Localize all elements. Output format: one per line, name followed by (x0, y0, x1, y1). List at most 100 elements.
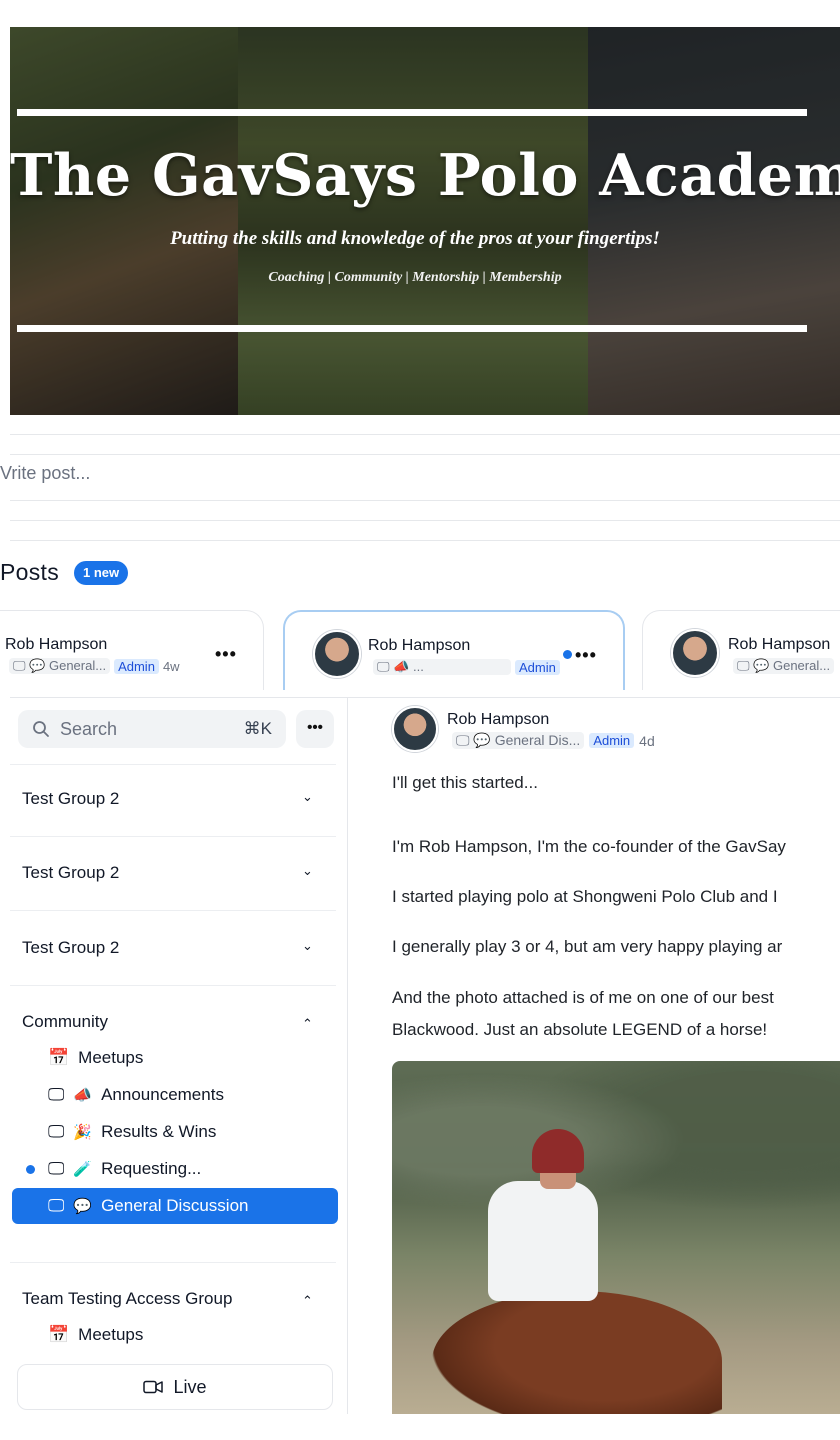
monitor-icon: 🖵 (48, 1085, 65, 1104)
monitor-icon: 🖵 (48, 1122, 65, 1141)
post-body-line: Blackwood. Just an absolute LEGEND of a … (392, 1020, 768, 1039)
post-age: 4w (162, 658, 180, 674)
sidebar-item-meetups[interactable]: 📅 Meetups (48, 1325, 143, 1345)
post-card-meta: 🖵 📣 ... Admin (373, 659, 560, 675)
sidebar-item-label: Requesting... (101, 1159, 202, 1178)
photo-background (392, 1061, 840, 1261)
admin-badge: Admin (589, 733, 635, 748)
speech-bubble-icon: 💬 (29, 658, 46, 673)
megaphone-icon: 📣 (393, 659, 410, 674)
search-icon (33, 721, 49, 737)
chevron-down-icon[interactable]: ⌄ (302, 863, 313, 879)
post-card-meta: 🖵 💬 General... Admin 4w (9, 658, 180, 674)
avatar[interactable] (392, 706, 438, 752)
post-age: 4d (639, 732, 655, 749)
admin-badge: Admin (114, 658, 159, 674)
speech-bubble-icon: 💬 (73, 1198, 93, 1215)
speech-bubble-icon: 💬 (753, 658, 770, 673)
group-header-test-group-2[interactable]: Test Group 2 (22, 938, 119, 958)
group-header-team-testing-access-group[interactable]: Team Testing Access Group (22, 1289, 232, 1309)
unread-dot (26, 1165, 35, 1174)
post-body-line: And the photo attached is of me on one o… (392, 988, 774, 1007)
test-tube-icon: 🧪 (73, 1161, 93, 1178)
divider (10, 500, 840, 501)
sidebar-item-meetups[interactable]: 📅 Meetups (48, 1048, 143, 1068)
banner-tagline: Putting the skills and knowledge of the … (170, 228, 660, 249)
divider (10, 910, 336, 911)
monitor-icon: 🖵 (456, 732, 470, 748)
search-input[interactable]: Search ⌘K (18, 710, 286, 748)
sidebar-more-button[interactable]: ••• (296, 710, 334, 748)
sidebar-item-label: Results & Wins (101, 1122, 217, 1141)
party-popper-icon: 🎉 (73, 1124, 93, 1141)
post-body-line: I generally play 3 or 4, but am very hap… (392, 937, 783, 956)
photo-horse (432, 1291, 722, 1414)
divider (10, 985, 336, 986)
divider (10, 540, 840, 541)
more-options-icon[interactable]: ••• (575, 645, 597, 666)
write-post-input[interactable]: Vrite post... (0, 463, 90, 484)
monitor-icon: 🖵 (48, 1196, 65, 1215)
group-header-test-group-2[interactable]: Test Group 2 (22, 863, 119, 883)
post-card[interactable]: Rob Hampson 🖵 💬 General... (642, 610, 840, 690)
post-body-line: I'll get this started... (392, 773, 538, 792)
post-card-author: Rob Hampson (5, 636, 108, 653)
more-options-icon[interactable]: ••• (215, 644, 237, 665)
hero-banner: The GavSays Polo Academy Putting the ski… (10, 27, 840, 415)
channel-pill: 🖵 💬 General... (733, 658, 835, 674)
chevron-up-icon[interactable]: ⌃ (302, 1293, 313, 1309)
post-card[interactable]: Rob Hampson 🖵 💬 General... Admin 4w ••• (0, 610, 264, 690)
photo-rider (488, 1181, 598, 1301)
avatar (671, 629, 719, 677)
video-camera-icon (143, 1380, 164, 1394)
channel-pill: 🖵 📣 ... (373, 659, 511, 675)
sidebar-divider (347, 698, 348, 1414)
search-placeholder: Search (60, 718, 118, 739)
live-button-label: Live (173, 1376, 207, 1397)
post-card-author: Rob Hampson (368, 637, 471, 654)
live-button[interactable]: Live (17, 1364, 333, 1410)
sidebar-item-label: Announcements (101, 1085, 224, 1104)
channel-name: General Dis... (494, 732, 581, 748)
group-header-community[interactable]: Community (22, 1012, 108, 1032)
post-card-author: Rob Hampson (728, 636, 831, 653)
chevron-down-icon[interactable]: ⌄ (302, 938, 313, 954)
post-body-line: I started playing polo at Shongweni Polo… (392, 887, 778, 906)
sidebar-item-announcements[interactable]: 🖵 📣 Announcements (48, 1085, 224, 1105)
channel-pill[interactable]: 🖵 💬 General Dis... (452, 732, 585, 749)
megaphone-icon: 📣 (73, 1087, 93, 1104)
divider (10, 454, 840, 455)
channel-pill: 🖵 💬 General... (9, 658, 111, 674)
sidebar-item-label: General Discussion (101, 1196, 249, 1215)
avatar (313, 630, 361, 678)
group-header-test-group-2[interactable]: Test Group 2 (22, 789, 119, 809)
monitor-icon: 🖵 (13, 658, 26, 673)
post-photo[interactable] (392, 1061, 840, 1414)
divider (10, 836, 336, 837)
monitor-icon: 🖵 (737, 658, 750, 673)
channel-name: General... (772, 658, 831, 673)
search-shortcut: ⌘K (243, 719, 272, 738)
sidebar-item-general-discussion[interactable]: 🖵 💬 General Discussion (12, 1188, 338, 1224)
sidebar-item-label: Meetups (78, 1325, 144, 1344)
chevron-up-icon[interactable]: ⌃ (302, 1016, 313, 1032)
monitor-icon: 🖵 (48, 1159, 65, 1178)
posts-heading: Posts (0, 559, 60, 585)
post-author[interactable]: Rob Hampson (447, 711, 549, 729)
banner-title: The GavSays Polo Academy (10, 142, 840, 209)
sidebar-item-requesting[interactable]: 🖵 🧪 Requesting... (48, 1159, 201, 1179)
chevron-down-icon[interactable]: ⌄ (302, 789, 313, 805)
divider (10, 1262, 336, 1263)
channel-name: General... (48, 658, 107, 673)
speech-bubble-icon: 💬 (473, 732, 491, 748)
admin-badge: Admin (515, 659, 560, 675)
divider (10, 434, 840, 435)
new-posts-badge[interactable]: 1 new (74, 561, 129, 585)
post-card-meta: 🖵 💬 General... (733, 658, 835, 674)
sidebar-item-results-wins[interactable]: 🖵 🎉 Results & Wins (48, 1122, 216, 1142)
channel-name: ... (412, 659, 424, 674)
calendar-icon: 📅 (48, 1048, 70, 1067)
photo-helmet (532, 1129, 584, 1173)
post-card-active[interactable]: Rob Hampson 🖵 📣 ... Admin ••• (283, 610, 625, 690)
calendar-icon: 📅 (48, 1325, 70, 1344)
